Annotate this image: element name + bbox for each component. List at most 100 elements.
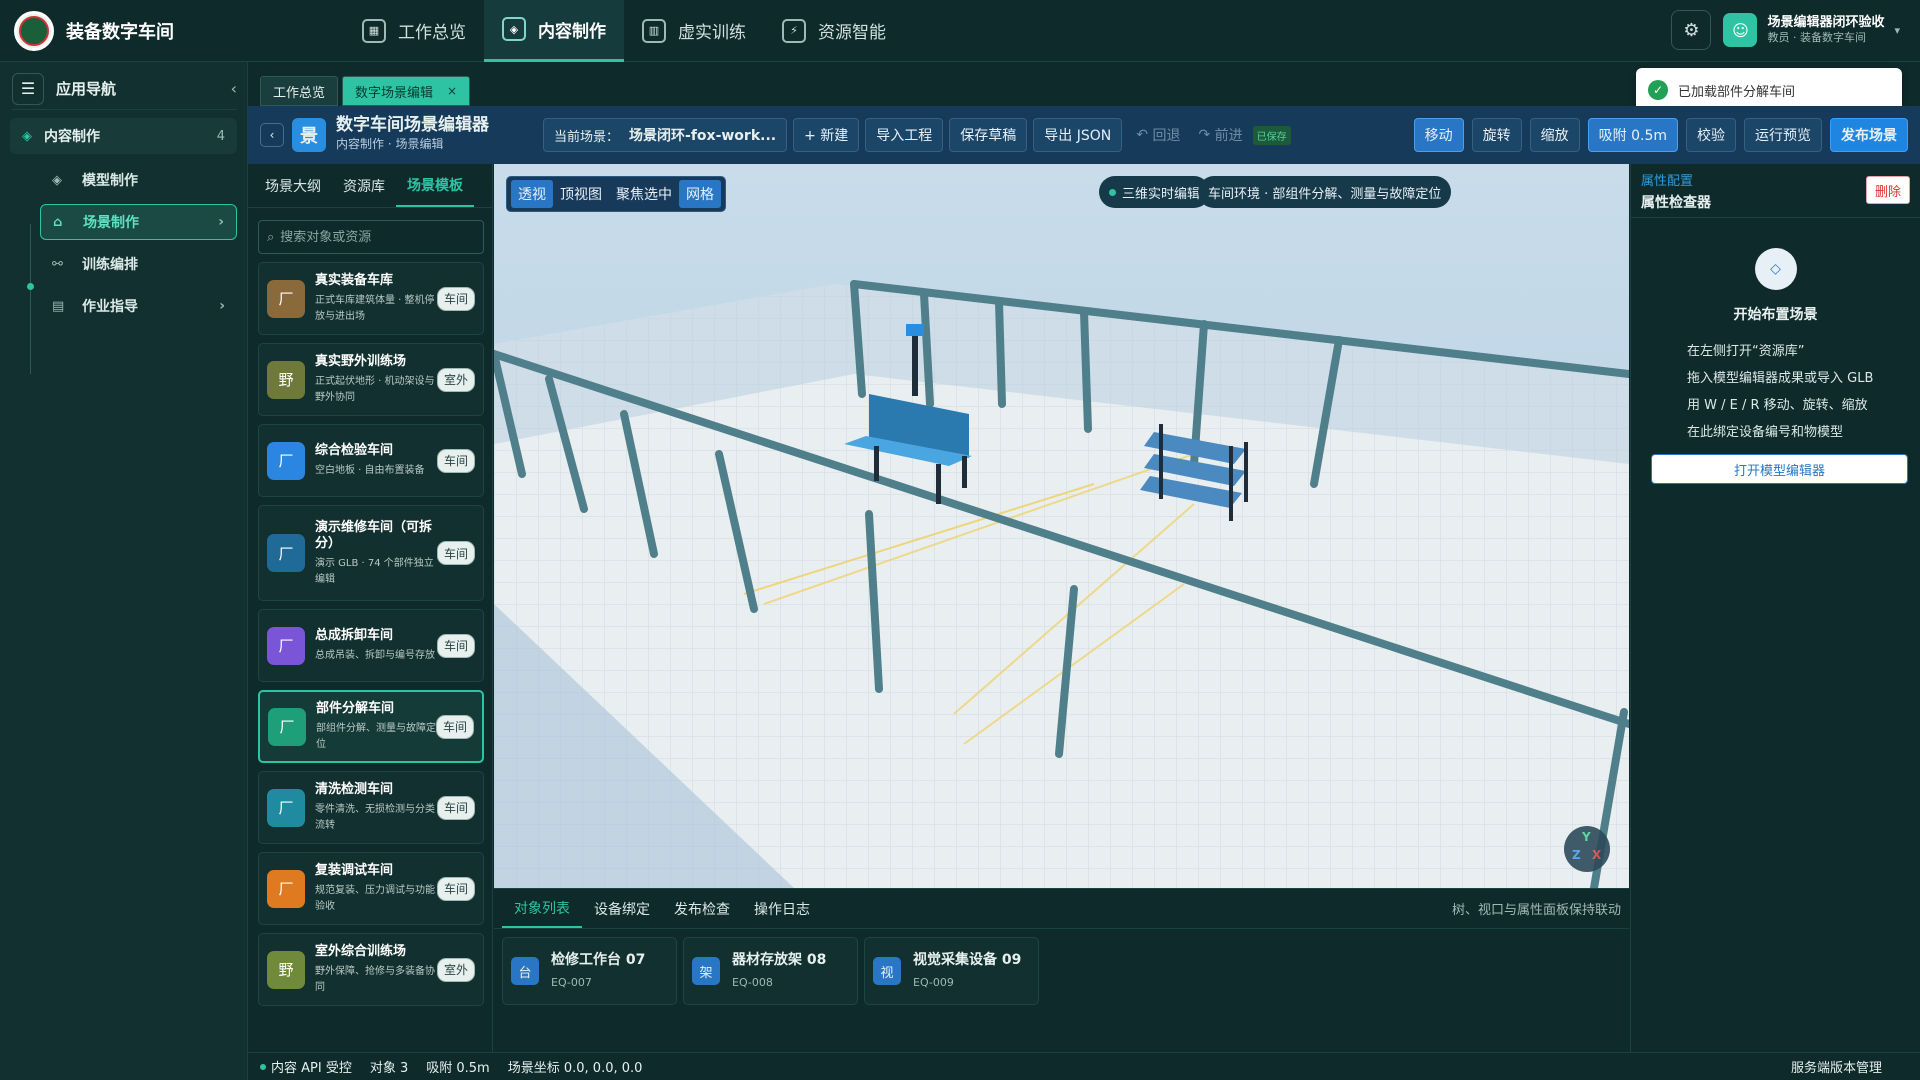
validate-button[interactable]: 校验 bbox=[1686, 118, 1736, 152]
sidebar-item-training[interactable]: ⚯ 训练编排 bbox=[40, 246, 237, 282]
cube-icon: ◈ bbox=[52, 172, 62, 188]
template-icon: 厂 bbox=[267, 534, 305, 572]
diamond-icon: ◇ bbox=[1754, 248, 1797, 290]
tree-line bbox=[30, 224, 31, 374]
undo-button[interactable]: ↶ 回退 bbox=[1132, 118, 1184, 152]
grid-toggle-button[interactable]: 网格 bbox=[679, 180, 721, 208]
tab-overview[interactable]: 工作总览 bbox=[260, 76, 339, 106]
rotate-tool-button[interactable]: 旋转 bbox=[1471, 118, 1522, 152]
close-icon[interactable]: × bbox=[447, 84, 457, 98]
open-model-editor-button[interactable]: 打开模型编辑器 bbox=[1651, 454, 1908, 484]
home-icon: ⌂ bbox=[53, 214, 63, 230]
search-icon: ⌕ bbox=[267, 229, 275, 245]
template-icon: 厂 bbox=[268, 707, 306, 746]
tab-device-binding[interactable]: 设备绑定 bbox=[582, 889, 662, 928]
app-logo[interactable]: 装备数字车间 bbox=[14, 10, 344, 51]
template-card[interactable]: 厂真实装备车库 正式车库建筑体量 · 整机停放与进出场 车间 bbox=[258, 262, 484, 335]
top-view-button[interactable]: 顶视图 bbox=[553, 180, 609, 208]
menu-icon[interactable]: ☰ bbox=[12, 72, 44, 105]
template-title: 室外综合训练场 bbox=[315, 944, 407, 959]
environment-pill: 车间环境 · 部组件分解、测量与故障定位 bbox=[1198, 176, 1452, 208]
template-card[interactable]: 厂部件分解车间 部组件分解、测量与故障定位 车间 bbox=[258, 690, 484, 763]
nav-resources[interactable]: ⚡ 资源智能 bbox=[764, 0, 904, 62]
tab-publish-check[interactable]: 发布检查 bbox=[662, 889, 742, 928]
sidebar-item-scene[interactable]: ⌂ 场景制作 › bbox=[40, 204, 237, 240]
chevron-right-icon: › bbox=[219, 298, 225, 314]
template-card[interactable]: 厂复装调试车间 规范复装、压力调试与功能验收 车间 bbox=[258, 852, 484, 925]
template-icon: 厂 bbox=[267, 279, 305, 318]
perspective-button[interactable]: 透视 bbox=[511, 180, 553, 208]
tab-library[interactable]: 资源库 bbox=[332, 164, 396, 207]
sidebar-section-content[interactable]: ◈ 内容制作 4 bbox=[10, 118, 237, 154]
top-nav: ▦ 工作总览 ◈ 内容制作 ▥ 虚实训练 ⚡ 资源智能 bbox=[344, 0, 904, 62]
save-draft-button[interactable]: 保存草稿 bbox=[949, 118, 1028, 152]
app-title: 装备数字车间 bbox=[66, 21, 174, 43]
template-list: 厂真实装备车库 正式车库建筑体量 · 整机停放与进出场 车间野真实野外训练场 正式起伏… bbox=[248, 262, 492, 1006]
object-card[interactable]: 架器材存放架 08 EQ-008 bbox=[683, 937, 858, 1005]
flow-icon: ⚯ bbox=[52, 256, 63, 272]
tab-operation-log[interactable]: 操作日志 bbox=[742, 889, 822, 928]
new-button[interactable]: + 新建 bbox=[793, 118, 860, 152]
template-card[interactable]: 野室外综合训练场 野外保障、抢修与多装备协同 室外 bbox=[258, 933, 484, 1006]
editor-title: 数字车间场景编辑器 bbox=[336, 115, 489, 135]
object-card[interactable]: 台检修工作台 07 EQ-007 bbox=[502, 937, 677, 1005]
tab-object-list[interactable]: 对象列表 bbox=[502, 889, 582, 928]
status-coords: 场景坐标 0.0, 0.0, 0.0 bbox=[507, 1061, 643, 1076]
sidebar-item-label: 作业指导 bbox=[82, 299, 138, 315]
template-card[interactable]: 厂总成拆卸车间 总成吊装、拆卸与编号存放 车间 bbox=[258, 609, 484, 682]
user-role: 教员 · 装备数字车间 bbox=[1767, 31, 1866, 44]
template-card[interactable]: 厂综合检验车间 空白地板 · 自由布置装备 车间 bbox=[258, 424, 484, 497]
sidebar-header: 应用导航 bbox=[56, 80, 117, 98]
avatar: ☺ bbox=[1723, 13, 1758, 47]
document-icon: ▤ bbox=[52, 298, 65, 314]
preview-button[interactable]: 运行预览 bbox=[1744, 118, 1822, 152]
3d-viewport[interactable]: 透视 顶视图 聚焦选中 网格 三维实时编辑 车间环境 · 部组件分解、测量与故障… bbox=[494, 164, 1629, 888]
gear-icon[interactable]: ⚙ bbox=[1671, 10, 1712, 50]
tab-templates[interactable]: 场景模板 bbox=[396, 164, 474, 207]
scene-selector[interactable]: 当前场景： 场景闭环-fox-work... bbox=[543, 118, 788, 152]
sidebar-item-model[interactable]: ◈ 模型制作 bbox=[40, 162, 237, 198]
status-bar: 内容 API 受控 对象 3 吸附 0.5m 场景坐标 0.0, 0.0, 0.… bbox=[248, 1052, 1920, 1080]
editor-toolbar: ‹ 景 数字车间场景编辑器 内容制作 · 场景编辑 当前场景： 场景闭环-fox-w… bbox=[248, 106, 1920, 164]
redo-button[interactable]: ↷ 前进 bbox=[1194, 118, 1246, 152]
delete-button[interactable]: 删除 bbox=[1866, 176, 1910, 204]
axis-gizmo[interactable]: Y Z X bbox=[1564, 826, 1610, 872]
object-icon: 台 bbox=[511, 957, 539, 985]
tab-scene-edit[interactable]: 数字场景编辑 × bbox=[342, 76, 471, 106]
nav-label: 虚实训练 bbox=[678, 23, 746, 43]
move-tool-button[interactable]: 移动 bbox=[1413, 118, 1464, 152]
template-card[interactable]: 厂清洗检测车间 零件清洗、无损检测与分类流转 车间 bbox=[258, 771, 484, 844]
tab-outline[interactable]: 场景大纲 bbox=[254, 164, 332, 207]
search-input[interactable] bbox=[280, 229, 471, 245]
export-json-button[interactable]: 导出 JSON bbox=[1033, 118, 1123, 152]
collapse-icon[interactable]: ‹ bbox=[231, 79, 237, 98]
nav-overview[interactable]: ▦ 工作总览 bbox=[344, 0, 484, 62]
user-menu[interactable]: ☺ 场景编辑器闭环验收 教员 · 装备数字车间 ▾ bbox=[1723, 13, 1900, 47]
template-icon: 野 bbox=[267, 950, 305, 989]
scale-tool-button[interactable]: 缩放 bbox=[1529, 118, 1580, 152]
focus-selection-button[interactable]: 聚焦选中 bbox=[609, 180, 679, 208]
template-title: 真实装备车库 bbox=[315, 273, 394, 288]
sidebar-item-guide[interactable]: ▤ 作业指导 › bbox=[40, 288, 237, 324]
tab-label: 工作总览 bbox=[273, 85, 326, 101]
template-title: 演示维修车间（可拆分） bbox=[315, 519, 433, 551]
template-card[interactable]: 厂演示维修车间（可拆分） 演示 GLB · 74 个部件独立编辑 车间 bbox=[258, 505, 484, 601]
object-card[interactable]: 视视觉采集设备 09 EQ-009 bbox=[864, 937, 1039, 1005]
template-desc: 零件清洗、无损检测与分类流转 bbox=[315, 804, 435, 831]
object-icon: 架 bbox=[692, 957, 720, 985]
template-desc: 总成吊装、拆卸与编号存放 bbox=[315, 650, 435, 661]
template-icon: 厂 bbox=[267, 626, 305, 665]
scene-render bbox=[494, 164, 1629, 888]
template-tag: 车间 bbox=[437, 286, 475, 311]
plug-icon: ⚡ bbox=[782, 18, 806, 43]
template-desc: 正式起伏地形 · 机动架设与野外协同 bbox=[315, 376, 435, 403]
back-button[interactable]: ‹ bbox=[260, 123, 284, 147]
template-desc: 部组件分解、测量与故障定位 bbox=[316, 723, 436, 750]
publish-button[interactable]: 发布场景 bbox=[1830, 118, 1908, 152]
nav-training[interactable]: ▥ 虚实训练 bbox=[624, 0, 764, 62]
template-tag: 室外 bbox=[437, 367, 475, 392]
nav-content[interactable]: ◈ 内容制作 bbox=[484, 0, 624, 62]
snap-button[interactable]: 吸附 0.5m bbox=[1587, 118, 1678, 152]
template-card[interactable]: 野真实野外训练场 正式起伏地形 · 机动架设与野外协同 室外 bbox=[258, 343, 484, 416]
import-button[interactable]: 导入工程 bbox=[865, 118, 944, 152]
